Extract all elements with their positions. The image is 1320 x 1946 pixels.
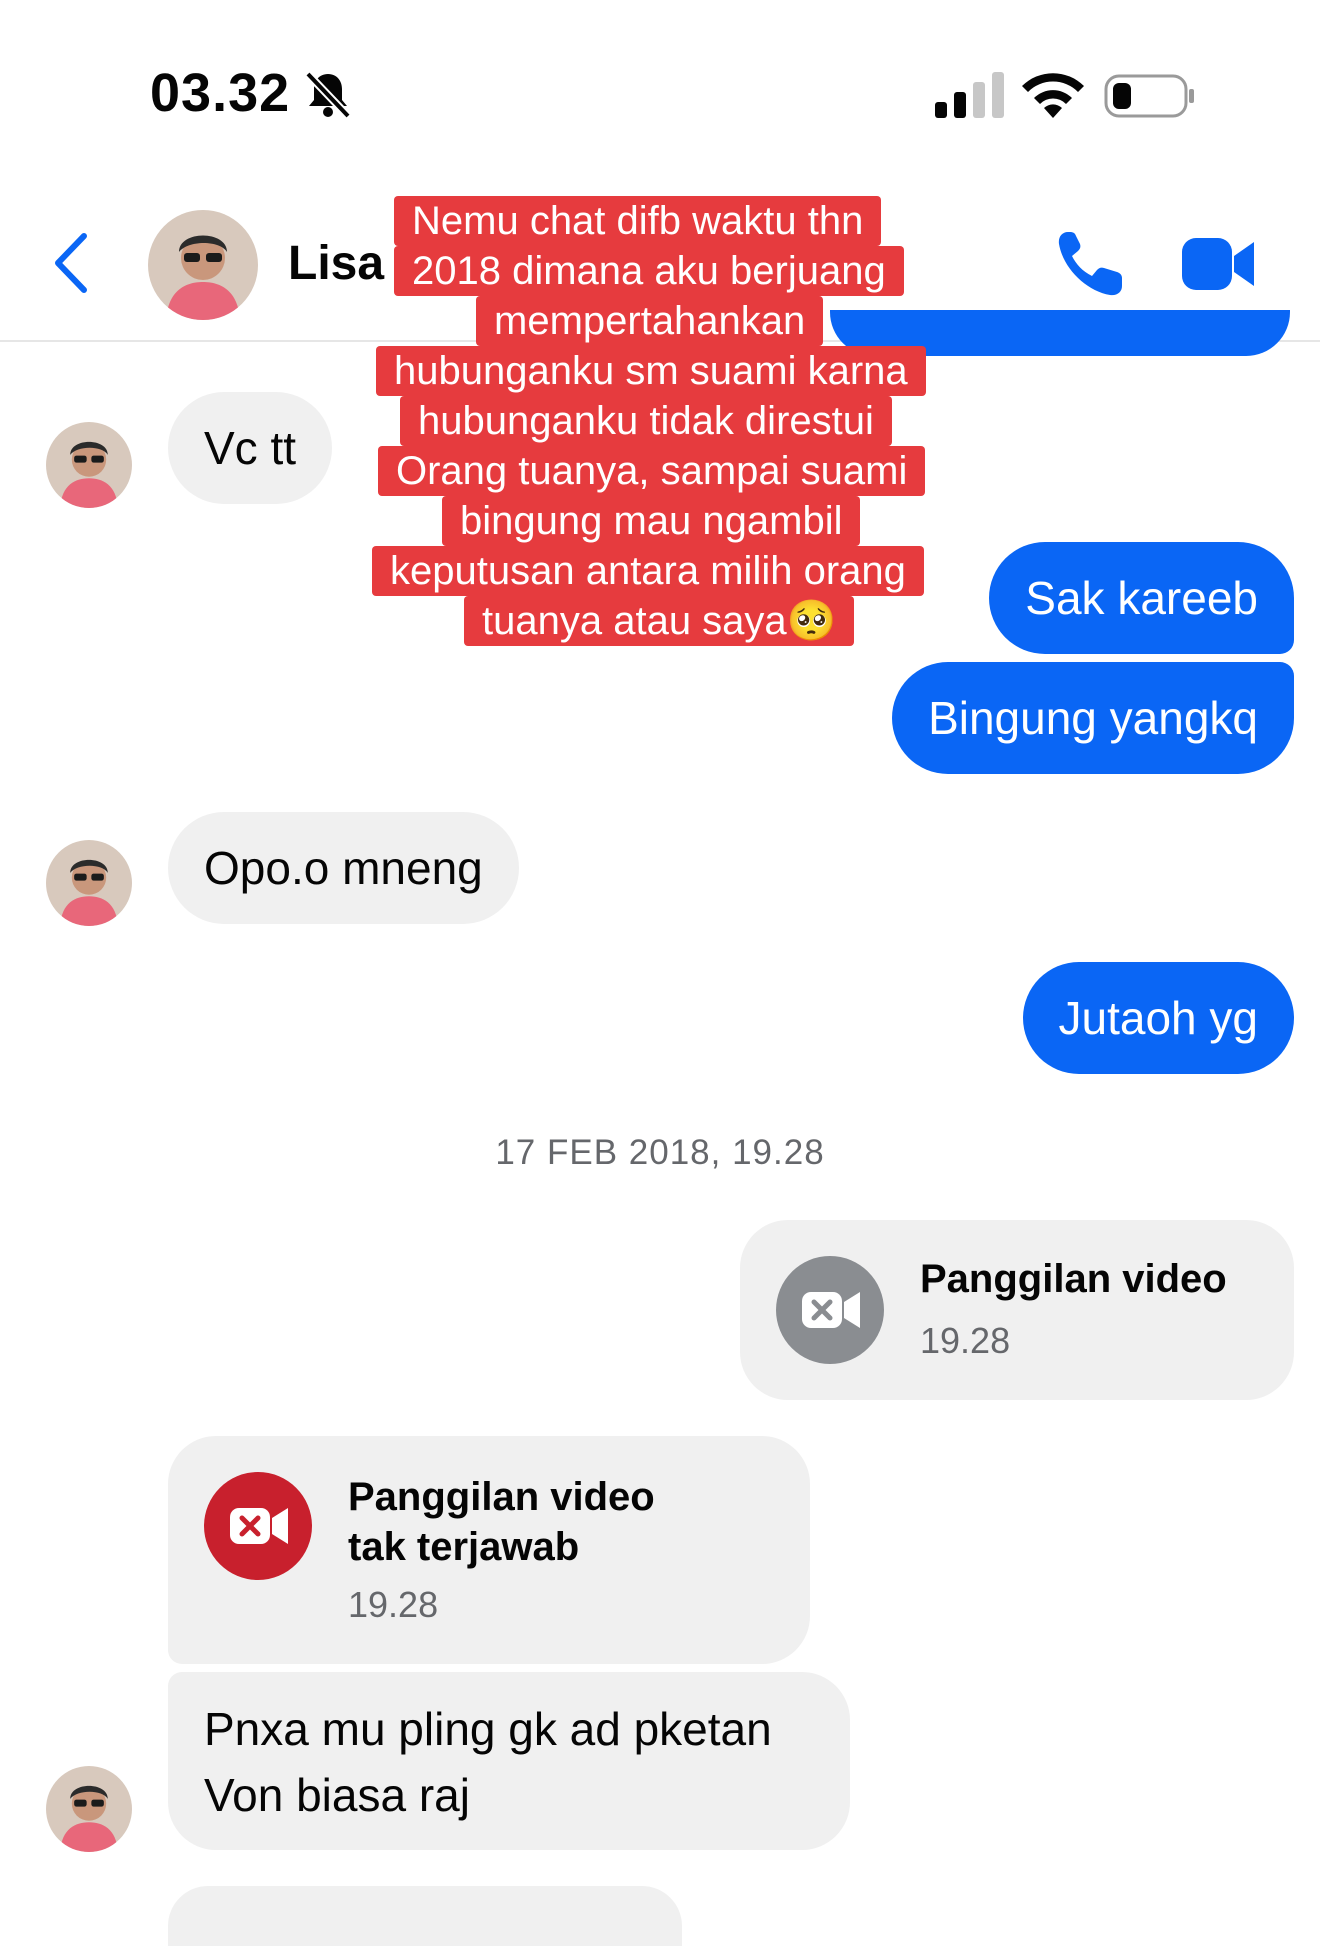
caption-line: hubunganku tidak direstui xyxy=(400,396,892,446)
caption-line: Orang tuanya, sampai suami xyxy=(378,446,926,496)
call-title: Panggilan video xyxy=(920,1257,1227,1301)
missed-video-call-card[interactable]: Panggilan video tak terjawab 19.28 xyxy=(168,1436,810,1664)
call-time: 19.28 xyxy=(920,1320,1011,1361)
back-arrow-icon[interactable] xyxy=(48,230,94,296)
message-line: Von biasa raj xyxy=(204,1769,470,1821)
battery-icon xyxy=(1104,74,1194,118)
message-bubble-multiline[interactable]: Pnxa mu pling gk ad pketan Von biasa raj xyxy=(168,1672,850,1850)
contact-name[interactable]: Lisa xyxy=(288,236,384,291)
bell-slash-icon xyxy=(305,71,351,119)
message-bubble[interactable]: Sak kareeb xyxy=(989,542,1294,654)
sender-avatar xyxy=(46,422,132,508)
caption-line: keputusan antara milih orang xyxy=(372,546,924,596)
message-bubble-partial[interactable] xyxy=(168,1886,682,1946)
sender-avatar xyxy=(46,840,132,926)
call-title-line1: Panggilan video xyxy=(348,1475,655,1519)
caption-line: bingung mau ngambil xyxy=(442,496,861,546)
missed-video-call-icon xyxy=(204,1472,312,1580)
wifi-icon xyxy=(1022,73,1084,118)
message-bubble[interactable]: Bingung yangkq xyxy=(892,662,1294,774)
signal-icon xyxy=(935,72,1004,118)
caption-line: mempertahankan xyxy=(476,296,824,346)
status-time: 03.32 xyxy=(150,63,291,123)
caption-line: Nemu chat difb waktu thn xyxy=(394,196,882,246)
outgoing-video-call-card[interactable]: Panggilan video 19.28 xyxy=(740,1220,1294,1400)
call-time: 19.28 xyxy=(348,1584,439,1625)
call-title-line2: tak terjawab xyxy=(348,1525,580,1569)
message-bubble[interactable]: Jutaoh yg xyxy=(1022,962,1294,1074)
date-separator: 17 FEB 2018, 19.28 xyxy=(495,1133,825,1172)
message-line: Pnxa mu pling gk ad pketan xyxy=(204,1703,772,1755)
caption-line: 2018 dimana aku berjuang xyxy=(394,246,904,296)
sender-avatar xyxy=(46,1766,132,1852)
video-call-icon xyxy=(776,1256,884,1364)
contact-avatar[interactable] xyxy=(148,210,258,320)
video-camera-icon[interactable] xyxy=(1182,232,1256,296)
message-bubble[interactable]: Opo.o mneng xyxy=(168,812,519,924)
phone-icon[interactable] xyxy=(1054,228,1126,300)
caption-line: tuanya atau saya🥺 xyxy=(464,596,855,646)
caption-line: hubunganku sm suami karna xyxy=(376,346,926,396)
message-bubble[interactable]: Vc tt xyxy=(168,392,333,504)
